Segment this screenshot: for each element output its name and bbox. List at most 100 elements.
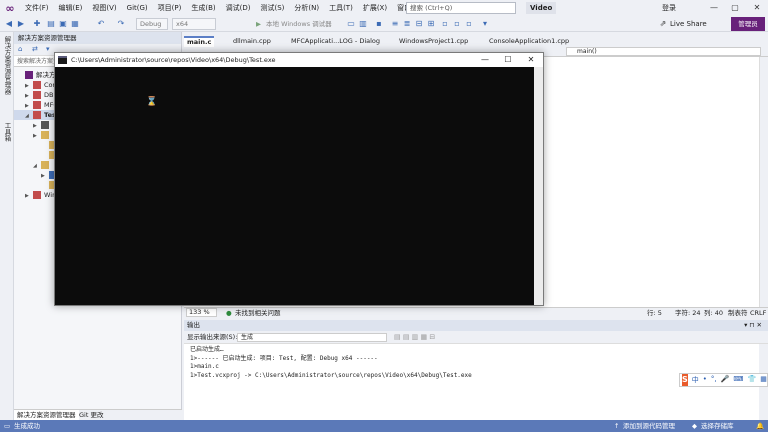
console-title-bar[interactable]: C:\Users\Administrator\source\repos\Vide… bbox=[55, 53, 543, 67]
tree-item[interactable]: ▶ Win bbox=[14, 190, 56, 200]
no-issues-icon: ● bbox=[226, 309, 232, 317]
console-minimize-button[interactable]: — bbox=[473, 53, 497, 67]
new-project-icon[interactable]: ✚ bbox=[32, 19, 42, 29]
select-repo-button[interactable]: 选择存储库 bbox=[701, 420, 734, 432]
navigate-back-icon[interactable]: ◀ bbox=[4, 19, 14, 29]
menu-item[interactable]: 生成(B) bbox=[186, 0, 220, 16]
menu-item[interactable]: 编辑(E) bbox=[54, 0, 88, 16]
console-window[interactable]: C:\Users\Administrator\source\repos\Vide… bbox=[54, 52, 544, 306]
line-indicator[interactable]: 行: 5 bbox=[647, 308, 662, 318]
start-debugging-button[interactable]: 本地 Windows 调试器 bbox=[254, 18, 332, 30]
output-toolbar-icons[interactable]: ▤ ▤ ▥ ▦ ⊟ bbox=[394, 333, 435, 341]
menu-item[interactable]: 测试(S) bbox=[255, 0, 289, 16]
toolbar-icon-h[interactable]: ▫ bbox=[440, 19, 450, 29]
add-source-control-button[interactable]: 添加到源代码管理 bbox=[623, 420, 675, 432]
console-close-button[interactable]: ✕ bbox=[519, 53, 543, 67]
vertical-tab-toolbox[interactable]: 工具箱 bbox=[2, 122, 12, 142]
issues-status[interactable]: 未找到相关问题 bbox=[235, 308, 281, 318]
menu-item[interactable]: 项目(P) bbox=[153, 0, 187, 16]
ime-item-icon[interactable]: 中 bbox=[692, 375, 699, 385]
menu-item[interactable]: Git(G) bbox=[122, 0, 153, 16]
live-share-icon[interactable]: ⇗ bbox=[658, 19, 668, 29]
redo-icon[interactable]: ↷ bbox=[116, 19, 126, 29]
menu-item[interactable]: 文件(F) bbox=[20, 0, 54, 16]
toolbar-icon-a[interactable]: ▭ bbox=[346, 19, 356, 29]
editor-tab-strip: main.c dllmain.cpp MFCApplicati...LOG - Di… bbox=[184, 36, 768, 47]
output-text[interactable]: 已启动生成… 1>------ 已启动生成: 项目: Test, 配置: Debu… bbox=[184, 344, 759, 420]
ime-toolbar[interactable]: S 中 • °, 🎤 ⌨ 👕 ▦ bbox=[679, 373, 768, 387]
eol-indicator[interactable]: CRLF bbox=[750, 308, 766, 318]
console-vertical-scrollbar[interactable] bbox=[534, 67, 543, 305]
tree-item[interactable]: ▶ DB1 bbox=[14, 90, 58, 100]
notification-icon[interactable]: 🔔 bbox=[756, 420, 764, 432]
editor-tab[interactable]: main.c bbox=[184, 36, 215, 47]
function-scope-select[interactable]: main() bbox=[566, 47, 761, 56]
toolbar-icon-k[interactable]: ▾ bbox=[480, 19, 490, 29]
undo-icon[interactable]: ↶ bbox=[96, 19, 106, 29]
login-link[interactable]: 登录 bbox=[662, 0, 676, 16]
editor-tab[interactable]: MFCApplicati...LOG - Dialog bbox=[288, 36, 383, 47]
save-icon[interactable]: ▣ bbox=[58, 19, 68, 29]
toolbar-icon-g[interactable]: ⊞ bbox=[426, 19, 436, 29]
vertical-tab-solution-explorer[interactable]: 解决方案资源管理器 bbox=[2, 36, 12, 95]
editor-tab[interactable]: WindowsProject1.cpp bbox=[396, 36, 471, 47]
minimize-button[interactable]: — bbox=[703, 0, 725, 16]
pin-icon[interactable]: ▾ ⊓ ✕ bbox=[744, 320, 762, 331]
open-file-icon[interactable]: ▤ bbox=[46, 19, 56, 29]
toolbar-icon-c[interactable]: ▪ bbox=[374, 19, 384, 29]
editor-tab[interactable]: dllmain.cpp bbox=[230, 36, 274, 47]
tabs-indicator[interactable]: 制表符 bbox=[728, 308, 748, 318]
search-input[interactable]: 搜索 (Ctrl+Q) bbox=[406, 2, 516, 14]
toolbar-icon-e[interactable]: ≣ bbox=[402, 19, 412, 29]
menu-item[interactable]: 分析(N) bbox=[289, 0, 324, 16]
tree-item[interactable]: ◢ bbox=[14, 160, 52, 170]
ime-item-icon[interactable]: • bbox=[703, 375, 707, 385]
ime-item-icon[interactable]: °, bbox=[711, 375, 717, 385]
ime-item-icon[interactable]: 🎤 bbox=[721, 375, 730, 385]
project-icon bbox=[33, 101, 41, 109]
menu-item[interactable]: 视图(V) bbox=[87, 0, 121, 16]
ref-icon bbox=[41, 121, 49, 129]
toolbar-icon-f[interactable]: ⊟ bbox=[414, 19, 424, 29]
toolbar-icon-i[interactable]: ▫ bbox=[452, 19, 462, 29]
sogou-ime-logo-icon[interactable]: S bbox=[682, 374, 688, 386]
live-share-button[interactable]: Live Share bbox=[670, 18, 707, 30]
navigate-forward-icon[interactable]: ▶ bbox=[16, 19, 26, 29]
toolbar-icon-j[interactable]: ▫ bbox=[464, 19, 474, 29]
col-indicator[interactable]: 列: 40 bbox=[704, 308, 723, 318]
menu-item[interactable]: 调试(D) bbox=[221, 0, 256, 16]
configuration-select[interactable]: Debug bbox=[136, 18, 168, 30]
sync-icon[interactable]: ⇄ bbox=[32, 45, 38, 53]
char-indicator[interactable]: 字符: 24 bbox=[675, 308, 701, 318]
output-panel-header: 输出 ▾ ⊓ ✕ bbox=[184, 320, 768, 331]
maximize-button[interactable]: ▢ bbox=[724, 0, 746, 16]
menu-item[interactable]: 工具(T) bbox=[324, 0, 358, 16]
console-title: C:\Users\Administrator\source\repos\Vide… bbox=[71, 56, 276, 64]
ime-item-icon[interactable]: 👕 bbox=[747, 375, 756, 385]
editor-tab[interactable]: ConsoleApplication1.cpp bbox=[486, 36, 572, 47]
close-button[interactable]: ✕ bbox=[746, 0, 768, 16]
visual-studio-logo-icon: ∞ bbox=[5, 1, 15, 15]
build-status-icon: ▭ bbox=[4, 422, 11, 430]
filter-icon[interactable]: ▾ bbox=[46, 45, 50, 53]
tree-item[interactable]: ▶ MFC bbox=[14, 100, 58, 110]
admin-badge[interactable]: 管理员 bbox=[731, 17, 765, 31]
home-icon[interactable]: ⌂ bbox=[18, 45, 22, 53]
ime-item-icon[interactable]: ⌨ bbox=[733, 375, 743, 385]
console-maximize-button[interactable]: ☐ bbox=[496, 53, 520, 67]
platform-select[interactable]: x64 bbox=[172, 18, 216, 30]
expand-arrow-icon[interactable]: ▶ bbox=[25, 191, 33, 201]
toolbar: ◀ ▶ ✚ ▤ ▣ ▦ ↶ ↷ Debug x64 本地 Windows 调试器… bbox=[0, 16, 768, 32]
tree-item[interactable]: ▶ bbox=[14, 120, 52, 130]
solution-icon bbox=[25, 71, 33, 79]
toolbar-icon-b[interactable]: ▥ bbox=[358, 19, 368, 29]
solution-explorer-title: 解决方案资源管理器 bbox=[14, 32, 181, 44]
output-source-select[interactable]: 生成 bbox=[237, 333, 387, 342]
save-all-icon[interactable]: ▦ bbox=[70, 19, 80, 29]
toolbar-icon-d[interactable]: ≡ bbox=[390, 19, 400, 29]
zoom-select[interactable]: 133 % bbox=[186, 308, 217, 317]
editor-vertical-scrollbar[interactable] bbox=[759, 57, 768, 307]
ime-item-icon[interactable]: ▦ bbox=[760, 375, 767, 385]
menu-item[interactable]: 扩展(X) bbox=[358, 0, 392, 16]
tree-item[interactable]: ▶ bbox=[14, 130, 52, 140]
